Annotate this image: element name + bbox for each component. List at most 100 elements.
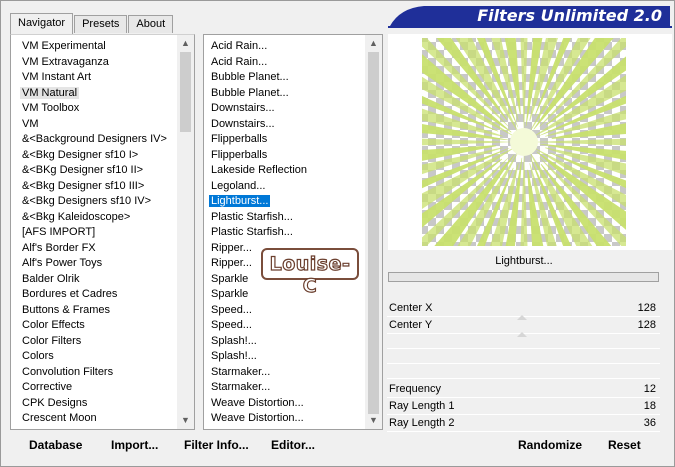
scroll-thumb[interactable] (180, 52, 191, 132)
tab-about[interactable]: About (128, 15, 174, 33)
filter-info-button[interactable]: Filter Info... (184, 436, 249, 454)
list-item-label: Weave Distortion... (211, 412, 304, 424)
list-item-label: Acid Rain... (211, 55, 268, 68)
list-item[interactable]: VM Toolbox (11, 101, 177, 117)
filter-list[interactable]: Acid Rain... Acid Rain... Bubble Planet...… (204, 39, 365, 427)
list-item-label: VM Extravaganza (22, 55, 109, 68)
list-item[interactable]: Color Effects (11, 318, 177, 334)
list-item[interactable]: Alf's Power Toys (11, 256, 177, 272)
param-value: 12 (643, 383, 656, 395)
list-item[interactable]: Legoland... (204, 179, 365, 195)
list-item[interactable]: Lightburst... (204, 194, 365, 210)
list-item[interactable]: Colors (11, 349, 177, 365)
list-item-label: Ripper... (211, 241, 252, 254)
scroll-down-icon[interactable]: ▼ (177, 412, 194, 429)
list-item[interactable]: Plastic Starfish... (204, 225, 365, 241)
slider-thumb-icon[interactable] (517, 332, 527, 337)
import-button[interactable]: Import... (111, 436, 158, 454)
param-empty-slot (387, 364, 660, 379)
list-item-label: VM Instant Art (22, 71, 92, 83)
banner-underline (388, 26, 672, 28)
param-ray-length-2[interactable]: Ray Length 2 36 (387, 415, 660, 432)
list-item-label: Color Effects (22, 319, 85, 331)
list-item[interactable]: Splash!... (204, 334, 365, 350)
list-item[interactable]: Starmaker... (204, 365, 365, 381)
list-item[interactable]: Lakeside Reflection (204, 163, 365, 179)
list-item[interactable]: Plastic Starfish... (204, 210, 365, 226)
list-item[interactable]: &<BKg Designer sf10 II> (11, 163, 177, 179)
category-list-panel[interactable]: VM Experimental VM Extravaganza VM Instant… (10, 34, 195, 430)
param-label: Center X (389, 302, 433, 314)
list-item-label: Downstairs... (211, 102, 275, 114)
list-item[interactable]: CPK Designs (11, 396, 177, 412)
param-ray-length-1[interactable]: Ray Length 1 18 (387, 398, 660, 415)
scroll-up-icon[interactable]: ▲ (365, 35, 382, 52)
list-item[interactable]: VM Extravaganza (11, 55, 177, 71)
list-item-label: &<BKg Designer sf10 II> (22, 164, 144, 176)
list-item[interactable]: Weave Distortion... (204, 411, 365, 427)
list-item[interactable]: VM Natural (11, 86, 177, 102)
database-button[interactable]: Database (29, 436, 82, 454)
category-list[interactable]: VM Experimental VM Extravaganza VM Instant… (11, 39, 177, 427)
list-item-label: Lakeside Reflection (211, 164, 308, 176)
tab-navigator[interactable]: Navigator (10, 13, 74, 34)
list-item[interactable]: VM (11, 117, 177, 133)
filter-scrollbar[interactable]: ▲ ▼ (365, 35, 382, 429)
list-item[interactable]: Flipperballs (204, 148, 365, 164)
list-item-label: Splash!... (211, 334, 257, 347)
list-item[interactable]: Speed... (204, 303, 365, 319)
list-item-label: Plastic Starfish... (211, 226, 293, 238)
list-item[interactable]: [AFS IMPORT] (11, 225, 177, 241)
list-item[interactable]: VM Experimental (11, 39, 177, 55)
list-item-label: Buttons & Frames (22, 303, 111, 316)
banner-title: Filters Unlimited 2.0 (477, 6, 662, 25)
list-item[interactable]: Bubble Planet... (204, 86, 365, 102)
list-item[interactable]: Buttons & Frames (11, 303, 177, 319)
list-item[interactable]: &<Bkg Designer sf10 I> (11, 148, 177, 164)
list-item[interactable]: Starmaker... (204, 380, 365, 396)
list-item[interactable]: Convolution Filters (11, 365, 177, 381)
editor-button[interactable]: Editor... (271, 436, 315, 454)
param-label: Ray Length 2 (389, 417, 455, 429)
list-item-label: VM Natural (20, 86, 80, 99)
watermark-text: Louise-C (269, 252, 351, 297)
list-item[interactable]: Bubble Planet... (204, 70, 365, 86)
list-item[interactable]: Downstairs... (204, 101, 365, 117)
param-center-y[interactable]: Center Y 128 (387, 317, 660, 337)
list-item[interactable]: &<Background Designers IV> (11, 132, 177, 148)
list-item[interactable]: Downstairs... (204, 117, 365, 133)
list-item[interactable]: Color Filters (11, 334, 177, 350)
list-item[interactable]: Corrective (11, 380, 177, 396)
param-group-center: Center X 128 Center Y 128 (387, 300, 660, 379)
param-group-rays: Frequency 12 Ray Length 1 18 Ray Length … (387, 381, 660, 432)
param-frequency[interactable]: Frequency 12 (387, 381, 660, 398)
list-item[interactable]: Balder Olrik (11, 272, 177, 288)
list-item[interactable]: Alf's Border FX (11, 241, 177, 257)
scroll-up-icon[interactable]: ▲ (177, 35, 194, 52)
list-item[interactable]: Flipperballs (204, 132, 365, 148)
list-item[interactable]: &<Bkg Kaleidoscope> (11, 210, 177, 226)
randomize-button[interactable]: Randomize (518, 436, 582, 454)
list-item-label: Colors (22, 350, 54, 362)
list-item[interactable]: &<Bkg Designer sf10 III> (11, 179, 177, 195)
list-item-label: VM Experimental (22, 40, 106, 52)
list-item[interactable]: Acid Rain... (204, 39, 365, 55)
list-item[interactable]: &<Bkg Designers sf10 IV> (11, 194, 177, 210)
list-item[interactable]: Bordures et Cadres (11, 287, 177, 303)
param-value: 36 (643, 417, 656, 429)
watermark-logo: Louise-C (261, 248, 359, 298)
param-center-x[interactable]: Center X 128 (387, 300, 660, 320)
list-item-label: Weave Distortion... (211, 396, 304, 409)
reset-button[interactable]: Reset (608, 436, 641, 454)
list-item[interactable]: Speed... (204, 318, 365, 334)
scroll-down-icon[interactable]: ▼ (365, 412, 382, 429)
list-item[interactable]: Splash!... (204, 349, 365, 365)
scroll-thumb[interactable] (368, 52, 379, 414)
filter-list-panel[interactable]: Acid Rain... Acid Rain... Bubble Planet...… (203, 34, 383, 430)
tab-presets[interactable]: Presets (74, 15, 128, 33)
category-scrollbar[interactable]: ▲ ▼ (177, 35, 194, 429)
list-item[interactable]: VM Instant Art (11, 70, 177, 86)
list-item[interactable]: Crescent Moon (11, 411, 177, 427)
list-item[interactable]: Weave Distortion... (204, 396, 365, 412)
list-item[interactable]: Acid Rain... (204, 55, 365, 71)
